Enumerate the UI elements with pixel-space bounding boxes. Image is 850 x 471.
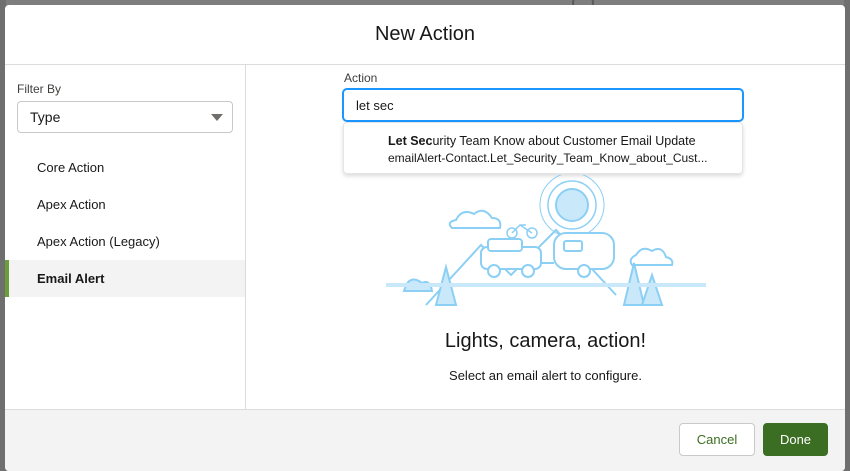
- cloud-right: [629, 247, 674, 266]
- tree-right-2: [640, 271, 664, 306]
- suggestion-title-rest: urity Team Know about Customer Email Upd…: [432, 134, 696, 148]
- type-item-core-action[interactable]: Core Action: [5, 149, 245, 186]
- action-main-panel: Action Let Security Team Know about Cust…: [246, 65, 845, 409]
- done-button[interactable]: Done: [763, 423, 828, 456]
- camping-scene-illustration: [386, 175, 706, 306]
- type-item-apex-action-legacy[interactable]: Apex Action (Legacy): [5, 223, 245, 260]
- filter-sidebar: Filter By Type Core Action Apex Action A…: [5, 65, 246, 409]
- suggestion-title: Let Security Team Know about Customer Em…: [388, 134, 696, 148]
- type-item-email-alert[interactable]: Email Alert: [5, 260, 245, 297]
- cloud-left: [448, 209, 502, 229]
- car-wheel-back: [487, 264, 501, 278]
- filter-type-select[interactable]: Type: [17, 101, 233, 133]
- modal-body: Filter By Type Core Action Apex Action A…: [5, 65, 845, 409]
- cancel-button[interactable]: Cancel: [679, 423, 755, 456]
- type-item-label: Email Alert: [37, 271, 105, 286]
- filter-by-label: Filter By: [17, 82, 62, 96]
- type-item-apex-action[interactable]: Apex Action: [5, 186, 245, 223]
- modal-title: New Action: [374, 23, 476, 45]
- sun-icon: [555, 188, 589, 222]
- empty-state-subtitle: Select an email alert to configure.: [449, 368, 642, 383]
- car-cabin: [487, 238, 523, 252]
- modal-footer: Cancel Done: [5, 409, 845, 471]
- trailer-body: [553, 232, 615, 270]
- caret-down-icon: [211, 114, 223, 121]
- modal-header: New Action: [5, 5, 845, 65]
- type-item-label: Apex Action: [37, 197, 106, 212]
- type-item-label: Core Action: [37, 160, 105, 175]
- car-wheel-front: [521, 264, 535, 278]
- empty-state-title: Lights, camera, action!: [444, 330, 647, 352]
- trailer-wheel: [577, 264, 591, 278]
- filter-select-value: Type: [30, 109, 61, 125]
- suggestion-title-match: Let Sec: [388, 134, 433, 148]
- action-type-list: Core Action Apex Action Apex Action (Leg…: [5, 149, 245, 297]
- suggestion-api-name: emailAlert-Contact.Let_Security_Team_Kno…: [388, 151, 708, 165]
- new-action-modal: New Action Filter By Type Core Action Ap…: [5, 5, 845, 471]
- type-item-label: Apex Action (Legacy): [37, 234, 160, 249]
- action-field-label: Action: [344, 71, 378, 85]
- action-search-input[interactable]: [343, 89, 743, 121]
- action-suggestion-dropdown: Let Security Team Know about Customer Em…: [343, 122, 743, 174]
